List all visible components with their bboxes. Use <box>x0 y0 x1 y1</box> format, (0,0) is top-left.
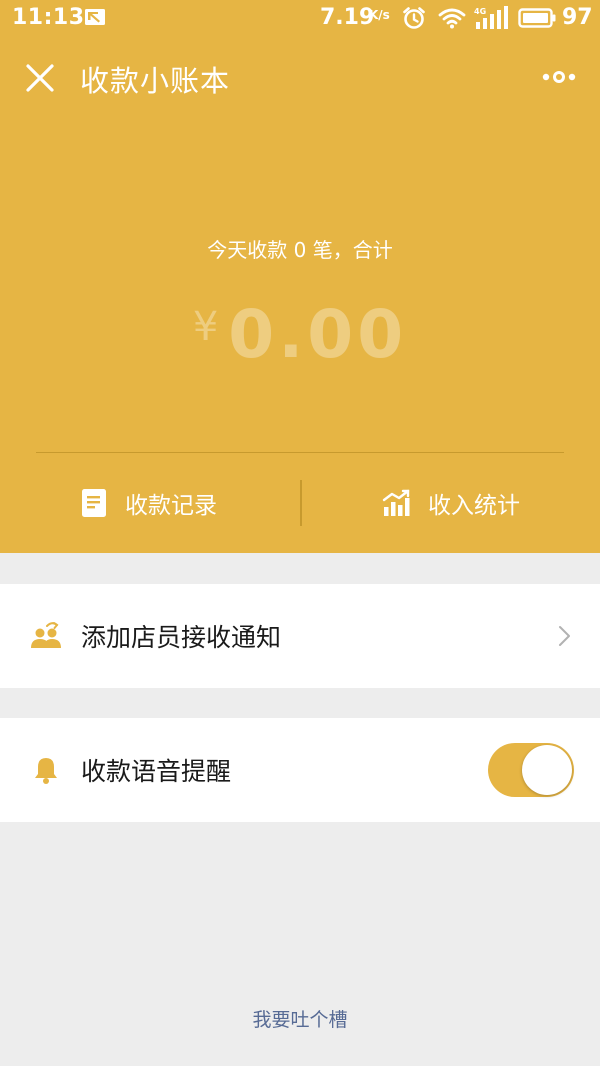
add-staff-notification-row[interactable]: 添加店员接收通知 <box>0 584 600 688</box>
battery-level: 97 <box>562 5 593 30</box>
svg-text:4G: 4G <box>474 7 486 16</box>
total-amount: ¥0.00 <box>0 296 600 386</box>
header-panel: 11:13 7.19 K/s 4G 97 收款小账本 今天收款 0 笔，合计 ¥… <box>0 0 600 553</box>
network-speed: 7.19 <box>320 5 375 30</box>
network-speed-unit: K/s <box>369 8 390 22</box>
staff-group-icon <box>31 622 61 648</box>
voice-reminder-row: 收款语音提醒 <box>0 718 600 822</box>
feedback-link[interactable]: 我要吐个槽 <box>0 1005 600 1032</box>
today-summary-text: 今天收款 0 笔，合计 <box>207 238 393 262</box>
battery-icon <box>518 8 556 28</box>
more-options-icon[interactable] <box>540 66 578 88</box>
voice-reminder-toggle[interactable] <box>488 743 574 797</box>
status-bar: 11:13 7.19 K/s 4G 97 <box>0 0 600 36</box>
status-time: 11:13 <box>12 5 85 30</box>
image-notification-icon <box>85 9 105 25</box>
cellular-signal-icon: 4G <box>474 6 508 29</box>
income-stats-label: 收入统计 <box>428 493 520 519</box>
toggle-knob <box>522 745 572 795</box>
wifi-icon <box>438 8 466 29</box>
chevron-right-icon <box>559 626 570 646</box>
document-icon <box>82 489 106 517</box>
currency-symbol: ¥ <box>192 304 219 350</box>
header-divider <box>36 452 564 453</box>
bar-chart-icon <box>382 489 410 516</box>
voice-reminder-label: 收款语音提醒 <box>81 757 232 786</box>
add-staff-label: 添加店员接收通知 <box>81 623 282 652</box>
amount-value: 0.00 <box>228 296 408 373</box>
alarm-clock-icon <box>403 7 425 29</box>
bell-icon <box>35 758 57 784</box>
payment-records-label: 收款记录 <box>125 493 217 519</box>
payment-records-button[interactable]: 收款记录 <box>0 478 298 528</box>
close-icon[interactable] <box>24 62 56 94</box>
income-stats-button[interactable]: 收入统计 <box>302 478 600 528</box>
page-title: 收款小账本 <box>80 64 231 98</box>
